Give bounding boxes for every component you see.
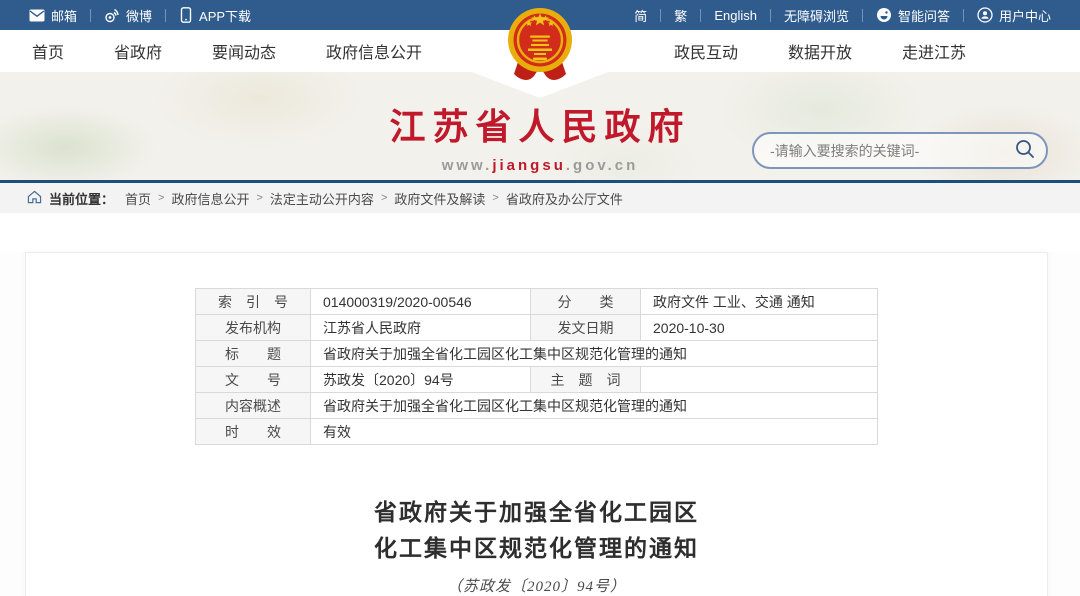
date-value: 2020-10-30 <box>641 315 878 341</box>
document-title-line2: 化工集中区规范化管理的通知 <box>26 531 1047 567</box>
app-download-link[interactable]: APP下载 <box>166 6 264 25</box>
user-center-link[interactable]: 用户中心 <box>964 6 1064 25</box>
nav-item-provincial-gov[interactable]: 省政府 <box>104 39 172 63</box>
search-input[interactable] <box>770 143 1010 159</box>
title-label: 标 题 <box>196 341 311 367</box>
validity-label: 时 效 <box>196 419 311 445</box>
keyword-value <box>641 367 878 393</box>
content-area: 索 引 号 014000319/2020-00546 分 类 政府文件 工业、交… <box>0 252 1080 596</box>
nav-right-group: 政民互动 数据开放 走进江苏 <box>664 39 1006 63</box>
document-number: （苏政发〔2020〕94号） <box>26 575 1047 596</box>
doc-info-table: 索 引 号 014000319/2020-00546 分 类 政府文件 工业、交… <box>195 288 878 445</box>
publisher-value: 江苏省人民政府 <box>311 315 531 341</box>
title-value: 省政府关于加强全省化工园区化工集中区规范化管理的通知 <box>311 341 878 367</box>
summary-label: 内容概述 <box>196 393 311 419</box>
category-value: 政府文件 工业、交通 通知 <box>641 289 878 315</box>
user-icon <box>977 7 993 23</box>
smart-qa-label: 智能问答 <box>898 6 950 25</box>
breadcrumb-item-gov-documents[interactable]: 政府文件及解读 <box>394 189 485 208</box>
table-row: 标 题 省政府关于加强全省化工园区化工集中区规范化管理的通知 <box>196 341 878 367</box>
index-label: 索 引 号 <box>196 289 311 315</box>
nav-item-about-jiangsu[interactable]: 走进江苏 <box>892 39 976 63</box>
search-box <box>752 132 1048 169</box>
mail-label: 邮箱 <box>51 6 77 25</box>
weibo-icon <box>104 7 120 23</box>
document-card: 索 引 号 014000319/2020-00546 分 类 政府文件 工业、交… <box>25 252 1048 596</box>
national-emblem-icon <box>504 6 576 89</box>
breadcrumb-label: 当前位置： <box>49 189 114 208</box>
breadcrumb-separator: > <box>381 192 387 204</box>
nav-item-interaction[interactable]: 政民互动 <box>664 39 748 63</box>
home-icon <box>27 190 42 207</box>
search-button[interactable] <box>1010 134 1040 167</box>
document-title-line1: 省政府关于加强全省化工园区 <box>26 495 1047 531</box>
docnum-label: 文 号 <box>196 367 311 393</box>
table-row: 内容概述 省政府关于加强全省化工园区化工集中区规范化管理的通知 <box>196 393 878 419</box>
breadcrumb-separator: > <box>158 192 164 204</box>
search-icon <box>1014 138 1036 163</box>
table-row: 时 效 有效 <box>196 419 878 445</box>
category-label: 分 类 <box>531 289 641 315</box>
app-download-label: APP下载 <box>199 6 251 25</box>
smart-qa-link[interactable]: 智能问答 <box>863 6 963 25</box>
table-row: 发布机构 江苏省人民政府 发文日期 2020-10-30 <box>196 315 878 341</box>
qa-robot-icon <box>876 7 892 23</box>
breadcrumb-item-home[interactable]: 首页 <box>125 189 151 208</box>
summary-value: 省政府关于加强全省化工园区化工集中区规范化管理的通知 <box>311 393 878 419</box>
breadcrumb-item-office-documents[interactable]: 省政府及办公厅文件 <box>506 189 623 208</box>
table-row: 索 引 号 014000319/2020-00546 分 类 政府文件 工业、交… <box>196 289 878 315</box>
phone-icon <box>179 7 193 23</box>
publisher-label: 发布机构 <box>196 315 311 341</box>
lang-simplified[interactable]: 简 <box>621 6 660 25</box>
breadcrumb-item-statutory-disclosure[interactable]: 法定主动公开内容 <box>270 189 374 208</box>
docnum-value: 苏政发〔2020〕94号 <box>311 367 531 393</box>
accessibility-link[interactable]: 无障碍浏览 <box>771 6 862 25</box>
user-center-label: 用户中心 <box>999 6 1051 25</box>
breadcrumb-item-gov-info[interactable]: 政府信息公开 <box>171 189 249 208</box>
breadcrumb-separator: > <box>492 192 498 204</box>
topbar-right-group: 简 繁 English 无障碍浏览 智能问答 用户中心 <box>621 0 1064 30</box>
nav-item-gov-info[interactable]: 政府信息公开 <box>316 39 432 63</box>
nav-item-home[interactable]: 首页 <box>22 39 74 63</box>
lang-traditional[interactable]: 繁 <box>661 6 700 25</box>
mail-link[interactable]: 邮箱 <box>16 6 90 25</box>
keyword-label: 主 题 词 <box>531 367 641 393</box>
table-row: 文 号 苏政发〔2020〕94号 主 题 词 <box>196 367 878 393</box>
weibo-label: 微博 <box>126 6 152 25</box>
date-label: 发文日期 <box>531 315 641 341</box>
mail-icon <box>29 9 45 22</box>
weibo-link[interactable]: 微博 <box>91 6 165 25</box>
index-value: 014000319/2020-00546 <box>311 289 531 315</box>
validity-value: 有效 <box>311 419 878 445</box>
breadcrumb: 当前位置： 首页 > 政府信息公开 > 法定主动公开内容 > 政府文件及解读 >… <box>0 183 1080 213</box>
topbar-left-group: 邮箱 微博 APP下载 <box>16 0 264 30</box>
nav-item-open-data[interactable]: 数据开放 <box>778 39 862 63</box>
lang-english[interactable]: English <box>701 8 770 23</box>
document-title-block: 省政府关于加强全省化工园区 化工集中区规范化管理的通知 （苏政发〔2020〕94… <box>26 495 1047 596</box>
breadcrumb-separator: > <box>256 192 262 204</box>
nav-item-news[interactable]: 要闻动态 <box>202 39 286 63</box>
